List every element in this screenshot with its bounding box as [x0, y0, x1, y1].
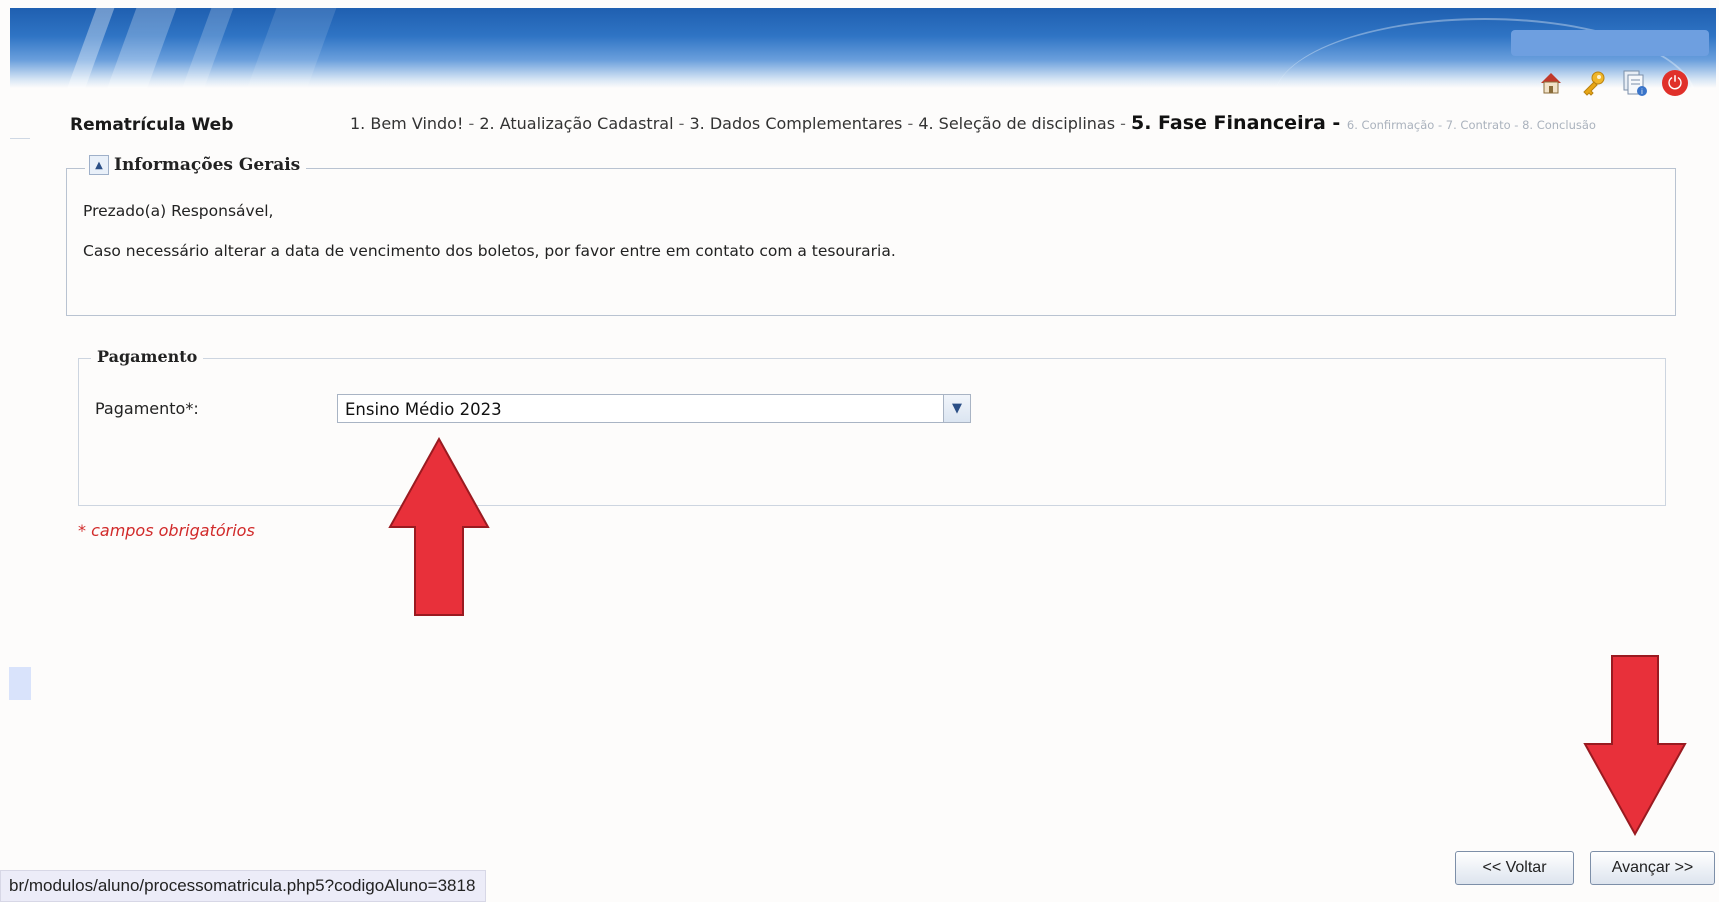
- chevron-down-icon[interactable]: ▼: [943, 395, 970, 422]
- step-separator: -: [1115, 114, 1131, 133]
- banner-streak: [174, 8, 238, 88]
- home-icon[interactable]: [1536, 68, 1566, 98]
- info-message: Caso necessário alterar a data de vencim…: [83, 242, 896, 260]
- back-button[interactable]: << Voltar: [1455, 851, 1574, 885]
- collapse-toggle-icon[interactable]: ▲: [89, 155, 109, 175]
- payment-field-label: Pagamento*:: [95, 399, 199, 418]
- side-highlight: [9, 667, 31, 700]
- header-banner: [10, 8, 1716, 88]
- step-1: 1. Bem Vindo!: [350, 114, 464, 133]
- payment-panel: Pagamento Pagamento*: Ensino Médio 2023 …: [78, 347, 1666, 506]
- payment-panel-title: Pagamento: [91, 347, 204, 366]
- step-4: 4. Seleção de disciplinas: [918, 114, 1116, 133]
- power-icon[interactable]: ⏻: [1662, 70, 1688, 96]
- step-6: 6. Confirmação: [1346, 118, 1435, 132]
- user-info-box: [1511, 30, 1709, 56]
- divider: [10, 138, 30, 139]
- step-3: 3. Dados Complementares: [689, 114, 903, 133]
- required-fields-note: * campos obrigatórios: [78, 521, 255, 540]
- key-icon[interactable]: [1578, 68, 1608, 98]
- banner-streak: [239, 8, 341, 88]
- payment-select[interactable]: Ensino Médio 2023 ▼: [337, 394, 971, 423]
- banner-streak: [59, 8, 119, 88]
- step-separator: -: [902, 114, 919, 133]
- annotation-arrow-up: [388, 437, 490, 616]
- app-title: Rematrícula Web: [70, 115, 234, 135]
- step-separator: -: [1434, 118, 1446, 132]
- wizard-steps: 1. Bem Vindo! - 2. Atualização Cadastral…: [350, 112, 1596, 134]
- step-separator: -: [1325, 112, 1347, 134]
- payment-select-value: Ensino Médio 2023: [345, 400, 502, 419]
- header-toolbar: i ⏻: [1536, 68, 1688, 98]
- info-panel-title: Informações Gerais: [114, 155, 301, 175]
- step-8: 8. Conclusão: [1522, 118, 1596, 132]
- step-7: 7. Contrato: [1445, 118, 1511, 132]
- info-panel-legend: ▲ Informações Gerais: [85, 155, 307, 175]
- banner-streak: [99, 8, 181, 88]
- step-separator: -: [1510, 118, 1523, 132]
- next-button[interactable]: Avançar >>: [1590, 851, 1715, 885]
- status-bar-url: br/modulos/aluno/processomatricula.php5?…: [0, 870, 487, 902]
- document-icon[interactable]: i: [1620, 68, 1650, 98]
- annotation-arrow-down: [1583, 655, 1687, 836]
- step-2: 2. Atualização Cadastral: [479, 114, 674, 133]
- info-panel: ▲ Informações Gerais Prezado(a) Responsá…: [66, 155, 1676, 316]
- info-greeting: Prezado(a) Responsável,: [83, 202, 274, 220]
- svg-text:i: i: [1641, 88, 1643, 96]
- step-separator: -: [463, 114, 480, 133]
- step-5-current: 5. Fase Financeira: [1131, 112, 1326, 134]
- step-separator: -: [673, 114, 690, 133]
